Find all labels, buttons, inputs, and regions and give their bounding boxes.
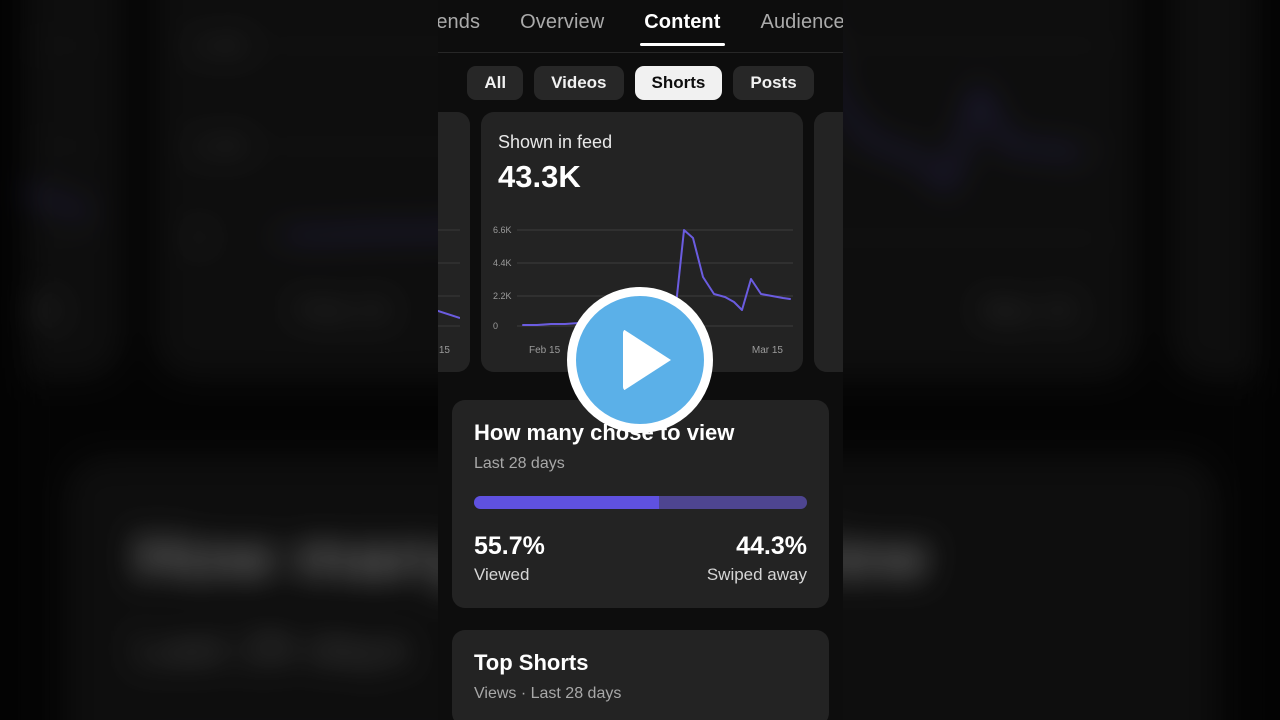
chart-ytick-labels: 6.6K 4.4K 2.2K 0 bbox=[493, 225, 512, 330]
stat-viewed-label: Viewed bbox=[474, 565, 530, 584]
svg-text:0: 0 bbox=[192, 222, 207, 250]
metric-card-title: Shown in feed bbox=[498, 132, 613, 152]
top-shorts-title: Top Shorts bbox=[474, 650, 589, 675]
prev-card-value bbox=[438, 158, 453, 196]
tab-trends-label: Trends bbox=[438, 11, 481, 33]
tab-overview[interactable]: Overview bbox=[500, 11, 624, 46]
svg-text:2.2K: 2.2K bbox=[192, 131, 248, 162]
screen: Mar 15 Shown in feed 43.3K bbox=[0, 0, 1280, 720]
viewed-swiped-stats: 55.7% Viewed 44.3% Swiped away bbox=[474, 531, 807, 586]
prev-card-chart: Mar 15 bbox=[438, 222, 460, 356]
play-triangle-icon bbox=[623, 329, 671, 391]
svg-text:4.4K: 4.4K bbox=[493, 258, 512, 268]
stat-viewed-value: 55.7% bbox=[474, 532, 545, 560]
tab-content-label: Content bbox=[644, 11, 721, 33]
chip-all-label: All bbox=[484, 73, 507, 92]
chip-shorts-label: Shorts bbox=[651, 73, 706, 92]
stat-swiped-value: 44.3% bbox=[736, 532, 807, 560]
stat-swiped-label: Swiped away bbox=[706, 565, 807, 584]
prev-chart-xtick-end: Mar 15 bbox=[438, 345, 450, 356]
svg-text:4.4K: 4.4K bbox=[192, 30, 248, 61]
tab-overview-label: Overview bbox=[520, 11, 605, 33]
chart-xtick-start: Feb 15 bbox=[529, 345, 561, 356]
chip-videos-label: Videos bbox=[551, 73, 607, 92]
chip-videos[interactable]: Videos bbox=[534, 66, 624, 100]
prev-card-title bbox=[438, 130, 453, 154]
svg-text:2.2K: 2.2K bbox=[493, 291, 512, 301]
metric-card-next[interactable] bbox=[814, 112, 843, 372]
chose-to-view-subtitle: Last 28 days bbox=[474, 455, 565, 472]
chip-posts-label: Posts bbox=[750, 73, 797, 92]
top-shorts-subtitle: Views · Last 28 days bbox=[474, 685, 622, 702]
chart-xtick-end: Mar 15 bbox=[751, 345, 783, 356]
tab-trends[interactable]: Trends bbox=[438, 11, 500, 46]
content-filter-chips: All Videos Shorts Posts bbox=[438, 53, 843, 112]
metric-card-value: 43.3K bbox=[498, 159, 581, 194]
svg-text:0: 0 bbox=[493, 321, 498, 330]
svg-text:6.6K: 6.6K bbox=[493, 225, 512, 235]
tab-audience-label: Audience bbox=[760, 11, 843, 33]
chip-posts[interactable]: Posts bbox=[733, 66, 814, 100]
tab-content[interactable]: Content bbox=[624, 11, 740, 46]
chip-all[interactable]: All bbox=[467, 66, 524, 100]
viewed-swiped-progress-bar bbox=[474, 496, 807, 509]
chip-shorts[interactable]: Shorts bbox=[634, 66, 723, 100]
stat-viewed: 55.7% Viewed bbox=[474, 531, 545, 586]
progress-segment-viewed bbox=[474, 496, 660, 509]
play-icon[interactable] bbox=[567, 287, 713, 433]
top-shorts-card[interactable]: Top Shorts Views · Last 28 days bbox=[452, 630, 829, 720]
metric-card-previous[interactable]: Mar 15 bbox=[438, 112, 470, 372]
tab-audience[interactable]: Audience bbox=[741, 11, 843, 46]
stat-swiped: 44.3% Swiped away bbox=[707, 531, 807, 586]
analytics-tabbar: Trends Overview Content Audience bbox=[438, 0, 843, 53]
prev-chart-svg bbox=[438, 229, 460, 327]
progress-segment-swiped bbox=[659, 496, 807, 509]
